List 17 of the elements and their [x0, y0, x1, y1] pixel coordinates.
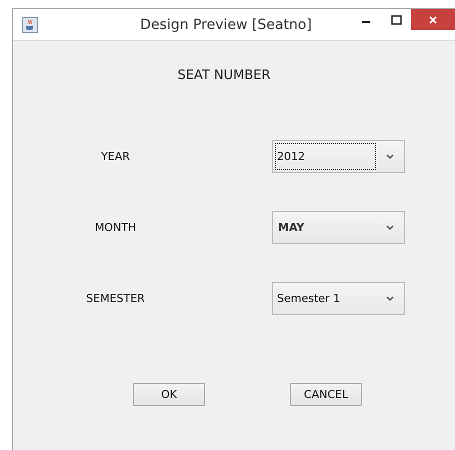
dropdown[interactable]: MAY — [272, 211, 405, 244]
close-button[interactable] — [411, 9, 455, 30]
dropdown[interactable]: Semester 1 — [272, 282, 405, 315]
field-label: MONTH — [94, 221, 138, 234]
dropdown[interactable]: 2012 — [272, 140, 405, 173]
window-title: Design Preview [Seatno] — [140, 16, 312, 32]
field-label: YEAR — [100, 150, 131, 163]
form-heading: SEAT NUMBER — [176, 68, 272, 83]
dialog-button[interactable]: OK — [133, 383, 205, 406]
caret-icon — [386, 225, 394, 230]
close-icon — [428, 14, 438, 24]
dialog-button[interactable]: CANCEL — [290, 383, 362, 406]
coffee-cup-icon — [22, 16, 38, 32]
caret-icon — [386, 296, 394, 301]
field-label: SEMESTER — [85, 292, 146, 305]
caret-icon — [386, 154, 394, 159]
maximize-icon — [390, 15, 402, 25]
